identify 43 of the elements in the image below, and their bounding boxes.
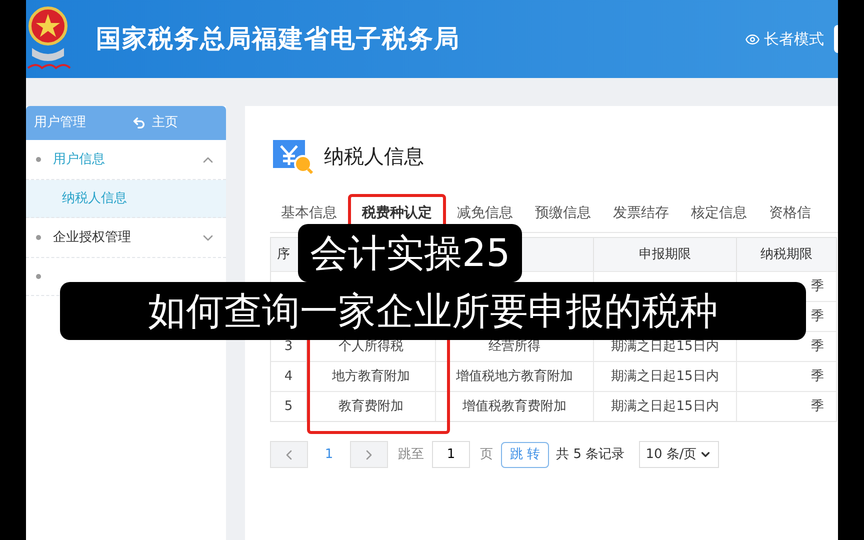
- column-header: 申报期限: [639, 246, 691, 264]
- table-cell-text: 季: [811, 368, 824, 386]
- tab[interactable]: 预缴信息: [524, 194, 602, 232]
- table-cell-text: 期满之日起15日内: [611, 398, 719, 416]
- column-header: 序: [277, 246, 290, 264]
- jump-label: 跳至: [398, 446, 424, 464]
- table-cell-text: 个人所得税: [338, 338, 404, 356]
- header-panel-edge: [834, 25, 838, 53]
- table-cell-text: 3: [284, 338, 293, 356]
- page-size-select[interactable]: 10 条/页: [638, 441, 719, 468]
- back-arrow-icon: [132, 116, 146, 130]
- table-cell-text: 季: [811, 308, 824, 326]
- table-cell-text: 增值税教育费附加: [462, 398, 566, 416]
- tab[interactable]: 核定信息: [680, 194, 758, 232]
- page-unit: 页: [480, 446, 493, 464]
- bullet-icon: [36, 235, 41, 240]
- table-cell-text: 增值税地方教育附加: [456, 368, 573, 386]
- jump-input[interactable]: 1: [432, 441, 470, 468]
- site-title: 国家税务总局福建省电子税务局: [96, 23, 460, 56]
- table-cell-text: 季: [811, 398, 824, 416]
- table-cell-text: 教育费附加: [338, 398, 404, 416]
- caption-overlay: 会计实操25: [298, 224, 522, 282]
- bullet-icon: [36, 274, 41, 279]
- column-header: 纳税期限: [760, 246, 812, 264]
- table-cell-text: 4: [284, 368, 293, 386]
- tab[interactable]: 资格信: [758, 194, 822, 232]
- table-cell-text: 季: [811, 278, 824, 296]
- sidebar-title: 用户管理: [34, 114, 86, 132]
- sidebar-item[interactable]: 企业授权管理: [26, 218, 226, 258]
- table-cell-text: 期满之日起15日内: [611, 338, 719, 356]
- bullet-icon: [36, 157, 41, 162]
- eye-icon: [745, 32, 760, 46]
- page-title: 纳税人信息: [324, 143, 424, 170]
- table-cell-text: 5: [284, 398, 293, 416]
- table-cell-text: 经营所得: [488, 338, 540, 356]
- next-page-button[interactable]: [350, 441, 388, 468]
- total-records: 共 5 条记录: [556, 446, 625, 464]
- table-cell-text: 期满之日起15日内: [611, 368, 719, 386]
- tab[interactable]: 发票结存: [602, 194, 680, 232]
- table-cell-text: 地方教育附加: [332, 368, 410, 386]
- table-cell-text: 季: [811, 338, 824, 356]
- caption-overlay: 如何查询一家企业所要申报的税种: [60, 282, 806, 340]
- prev-page-button[interactable]: [270, 441, 308, 468]
